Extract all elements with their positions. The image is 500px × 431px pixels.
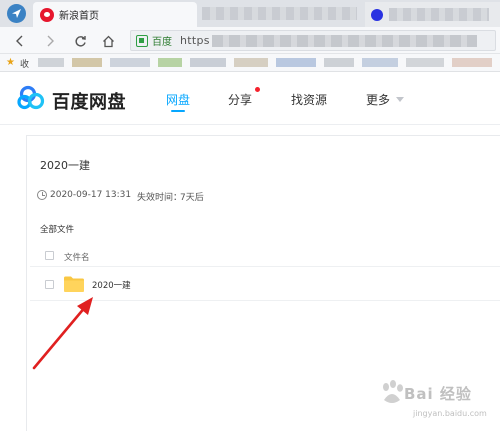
app-logo-text[interactable]: 百度网盘 xyxy=(52,88,126,114)
bookmark-item[interactable] xyxy=(276,58,316,67)
bookmark-item[interactable] xyxy=(72,58,102,67)
bookmarks-label[interactable]: 收 xyxy=(20,57,29,70)
blurred-tab[interactable] xyxy=(202,7,357,20)
bookmark-item[interactable] xyxy=(110,58,150,67)
site-badge: 百度 xyxy=(152,37,172,48)
baidu-paw-watermark-icon xyxy=(383,380,403,403)
nav-more[interactable]: 更多 xyxy=(366,91,390,108)
bookmark-item[interactable] xyxy=(38,58,64,67)
weibo-icon xyxy=(40,7,54,22)
url-scheme: https xyxy=(180,34,210,47)
back-icon[interactable] xyxy=(10,31,30,51)
secure-site-icon xyxy=(136,34,148,47)
bookmark-item[interactable] xyxy=(158,58,182,67)
bookmark-item[interactable] xyxy=(190,58,226,67)
expiry-value: 7天后 xyxy=(180,193,204,203)
tab-baidu[interactable] xyxy=(365,2,500,27)
browser-logo-icon[interactable] xyxy=(7,4,26,23)
notification-dot xyxy=(255,87,260,92)
bookmark-item[interactable] xyxy=(324,58,354,67)
share-created-time: 2020-09-17 13:31 xyxy=(50,190,132,200)
reload-icon[interactable] xyxy=(70,31,90,51)
nav-netdisk[interactable]: 网盘 xyxy=(166,91,190,108)
bookmark-item[interactable] xyxy=(452,58,492,67)
star-icon[interactable]: ★ xyxy=(6,57,15,69)
nav-find-resources[interactable]: 找资源 xyxy=(291,91,327,108)
bookmark-item[interactable] xyxy=(406,58,444,67)
forward-icon[interactable] xyxy=(40,31,60,51)
blurred-tab-title xyxy=(389,8,489,21)
select-all-checkbox[interactable] xyxy=(45,251,54,260)
watermark-text: Bai 经验 xyxy=(404,385,472,403)
tab-title: 新浪首页 xyxy=(59,11,99,22)
clock-icon xyxy=(37,190,47,200)
browser-tab-strip: 新浪首页 xyxy=(0,0,500,27)
browser-toolbar: 百度 https xyxy=(0,27,500,54)
bookmarks-bar: ★ 收 xyxy=(0,54,500,72)
column-header-filename[interactable]: 文件名 xyxy=(64,251,90,263)
bookmark-item[interactable] xyxy=(362,58,398,67)
row-checkbox[interactable] xyxy=(45,280,54,289)
baidu-icon xyxy=(371,8,383,21)
file-name[interactable]: 2020一建 xyxy=(92,279,131,291)
expiry-label: 失效时间： xyxy=(137,193,183,203)
bookmark-item[interactable] xyxy=(234,58,268,67)
nav-share[interactable]: 分享 xyxy=(228,91,252,108)
chevron-down-icon[interactable] xyxy=(396,97,404,102)
folder-icon[interactable] xyxy=(64,276,84,292)
home-icon[interactable] xyxy=(98,31,118,51)
file-list-header xyxy=(30,245,500,267)
breadcrumb-all-files[interactable]: 全部文件 xyxy=(40,223,74,235)
tab-sina-home[interactable]: 新浪首页 xyxy=(33,2,197,27)
share-title: 2020一建 xyxy=(40,159,90,172)
nav-active-indicator xyxy=(171,110,185,112)
blurred-url xyxy=(211,34,477,47)
address-bar[interactable]: 百度 https xyxy=(130,30,496,51)
baidu-netdisk-logo-icon[interactable] xyxy=(17,85,47,111)
watermark-subtext: jingyan.baidu.com xyxy=(413,409,487,418)
